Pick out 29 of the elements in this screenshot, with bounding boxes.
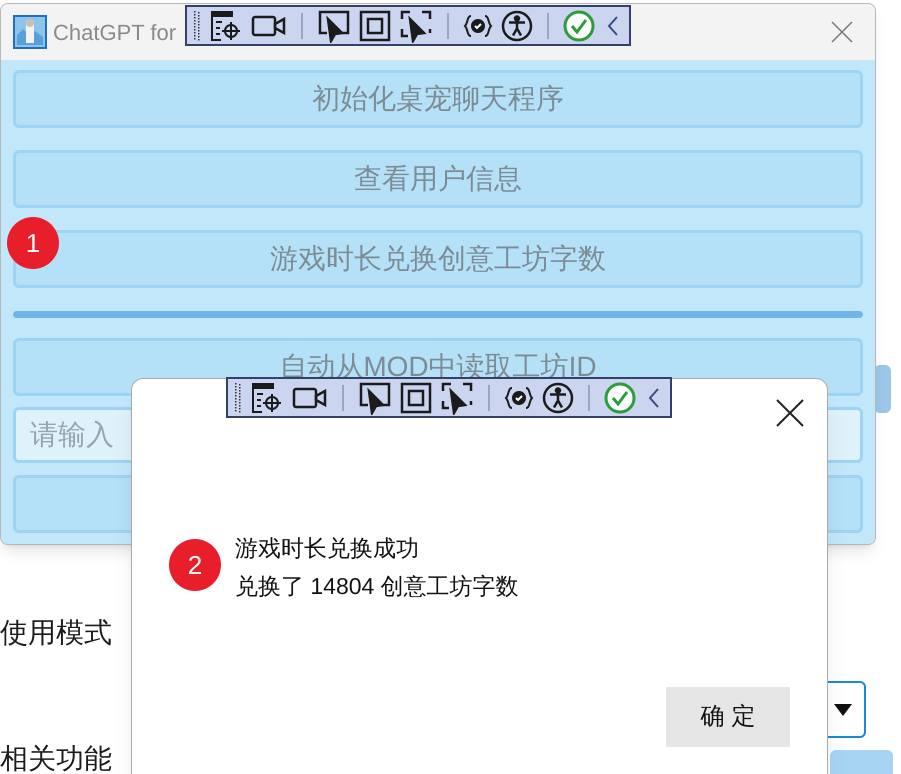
pointer-frame-icon[interactable] [399,8,433,42]
check-circle-icon[interactable] [604,382,636,414]
section-label: 使用模式 [0,616,112,650]
pointer-select-icon[interactable] [358,380,392,414]
grip-icon[interactable] [234,382,242,414]
square-icon[interactable] [359,10,391,42]
video-camera-icon[interactable] [292,386,328,410]
square-icon[interactable] [400,382,432,414]
check-circle-icon[interactable] [563,10,595,42]
accessibility-icon[interactable] [501,10,533,42]
target-list-icon[interactable] [209,10,243,42]
action-button[interactable]: 查看用户信息 [13,150,863,208]
caret-icon [834,704,852,716]
ok-button[interactable]: 确 定 [666,687,790,747]
video-camera-icon[interactable] [251,14,287,38]
pointer-select-icon[interactable] [317,8,351,42]
target-list-icon[interactable] [250,382,284,414]
braces-check-icon[interactable] [504,384,534,410]
accessibility-icon[interactable] [542,382,574,414]
message-text: 兑换了 14804 创意工坊字数 [235,572,519,601]
braces-check-icon[interactable] [463,12,493,38]
section-label: 相关功能 [0,742,112,774]
pointer-frame-icon[interactable] [440,380,474,414]
window-title: ChatGPT for [53,18,176,46]
grip-icon[interactable] [193,10,201,42]
action-button[interactable]: 初始化桌宠聊天程序 [13,70,863,128]
close-icon[interactable] [776,399,804,427]
message-text: 游戏时长兑换成功 [235,534,420,563]
app-icon [13,15,47,49]
